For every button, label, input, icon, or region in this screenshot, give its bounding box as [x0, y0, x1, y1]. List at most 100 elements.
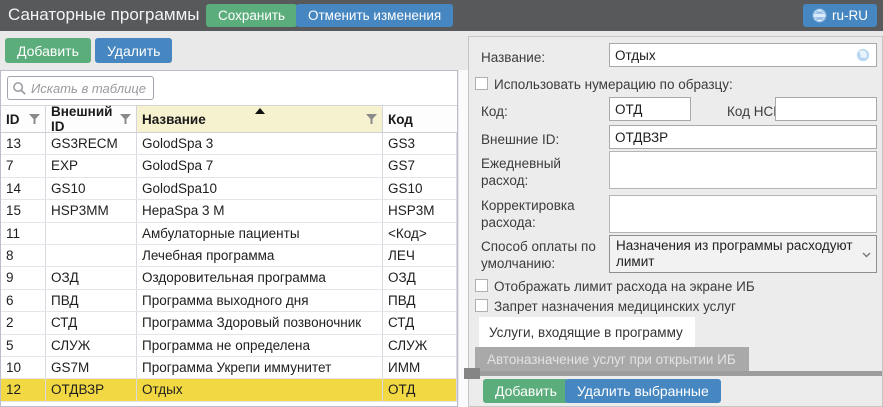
- table-row[interactable]: 10 GS7M Программа Укрепи иммунитет ИММ: [1, 357, 457, 379]
- search-icon: [12, 81, 27, 96]
- table-row[interactable]: 13 GS3RECM GolodSpa 3 GS3: [1, 133, 457, 155]
- cell-id: 10: [1, 357, 46, 378]
- external-ids-input[interactable]: [609, 125, 877, 149]
- cell-id: 15: [1, 200, 46, 221]
- code-label: Код:: [481, 103, 508, 120]
- cell-code: GS7: [383, 155, 457, 176]
- panel-add-button[interactable]: Добавить: [483, 379, 569, 403]
- table-row[interactable]: 11 Амбулаторные пациенты <Код>: [1, 223, 457, 245]
- table-row[interactable]: 12 ОТДВЗР Отдых ОТД: [1, 379, 457, 401]
- table-row[interactable]: 2 СТД Программа Здоровый позвоночник СТД: [1, 312, 457, 334]
- show-limit-label: Отображать лимит расхода на экране ИБ: [494, 278, 755, 295]
- cell-code: HSP3M: [383, 200, 457, 221]
- search-input[interactable]: [31, 81, 149, 96]
- table-row[interactable]: 7 EXP GolodSpa 7 GS7: [1, 155, 457, 177]
- cell-code: GS3: [383, 133, 457, 154]
- use-numbering-checkbox[interactable]: [475, 77, 488, 90]
- cell-id: 12: [1, 379, 46, 400]
- cell-external-id: ОЗД: [46, 267, 137, 288]
- cell-id: 14: [1, 178, 46, 199]
- cell-code: СТД: [383, 312, 457, 333]
- table-row[interactable]: 14 GS10 GolodSpa10 GS10: [1, 178, 457, 200]
- column-label: Код: [388, 112, 452, 127]
- cell-code: ОТД: [383, 379, 457, 400]
- globe-icon: [812, 8, 827, 23]
- splitter-grip-icon[interactable]: [464, 368, 480, 379]
- table-body: 13 GS3RECM GolodSpa 3 GS3 7 EXP GolodSpa…: [1, 133, 457, 402]
- panel-splitter[interactable]: [469, 371, 882, 376]
- services-in-program-button[interactable]: Услуги, входящие в программу: [479, 317, 695, 347]
- panel-delete-selected-button[interactable]: Удалить выбранные: [565, 379, 721, 403]
- column-header-name[interactable]: Название: [137, 106, 383, 132]
- cell-code: ОЗД: [383, 267, 457, 288]
- app-header: Санаторные программы Сохранить Отменить …: [0, 0, 883, 31]
- payment-method-label: Способ оплаты по умолчанию:: [481, 238, 606, 272]
- cell-id: 8: [1, 245, 46, 266]
- cell-name: GolodSpa10: [137, 178, 383, 199]
- cell-name: Оздоровительная программа: [137, 267, 383, 288]
- column-header-code[interactable]: Код: [383, 106, 457, 132]
- cell-external-id: GS10: [46, 178, 137, 199]
- forbid-services-checkbox[interactable]: [475, 299, 488, 312]
- column-label: ID: [6, 112, 29, 127]
- cell-id: 5: [1, 335, 46, 356]
- table-row[interactable]: 6 ПВД Программа выходного дня ПВД: [1, 290, 457, 312]
- column-header-external-id[interactable]: Внешний ID: [46, 106, 137, 132]
- delete-row-button[interactable]: Удалить: [95, 38, 172, 63]
- name-label: Название:: [481, 49, 545, 66]
- daily-expense-input[interactable]: [609, 151, 877, 189]
- cell-name: Программа Здоровый позвоночник: [137, 312, 383, 333]
- cell-external-id: EXP: [46, 155, 137, 176]
- cell-code: ПВД: [383, 290, 457, 311]
- filter-icon[interactable]: [120, 114, 131, 124]
- cell-external-id: ПВД: [46, 290, 137, 311]
- save-button[interactable]: Сохранить: [206, 4, 297, 27]
- locale-button[interactable]: ru-RU: [803, 4, 877, 27]
- cell-name: Лечебная программа: [137, 245, 383, 266]
- cell-external-id: [46, 245, 137, 266]
- filter-icon[interactable]: [29, 114, 40, 124]
- translate-globe-icon[interactable]: [856, 48, 870, 62]
- cell-external-id: GS7M: [46, 357, 137, 378]
- cell-id: 2: [1, 312, 46, 333]
- payment-method-value: Назначения из программы расходуют лимит: [616, 238, 858, 270]
- page-title: Санаторные программы: [8, 5, 200, 25]
- cell-id: 7: [1, 155, 46, 176]
- code-input[interactable]: [609, 97, 691, 121]
- nsi-code-input[interactable]: [775, 97, 877, 121]
- cell-external-id: HSP3MM: [46, 200, 137, 221]
- table-search[interactable]: [7, 76, 154, 100]
- show-limit-checkbox[interactable]: [475, 279, 488, 292]
- cancel-changes-button[interactable]: Отменить изменения: [296, 4, 453, 27]
- cell-code: СЛУЖ: [383, 335, 457, 356]
- table-scrollbar[interactable]: [459, 70, 468, 407]
- cell-name: GolodSpa 3: [137, 133, 383, 154]
- autoassign-services-button[interactable]: Автоназначение услуг при открытии ИБ: [475, 347, 749, 371]
- details-panel: Название: Использовать нумерацию по обра…: [468, 36, 883, 407]
- table-row[interactable]: 5 СЛУЖ Программа не определена СЛУЖ: [1, 335, 457, 357]
- cell-code: <Код>: [383, 223, 457, 244]
- add-row-button[interactable]: Добавить: [5, 38, 91, 63]
- filter-icon[interactable]: [366, 114, 377, 124]
- cell-external-id: GS3RECM: [46, 133, 137, 154]
- cell-name: GolodSpa 7: [137, 155, 383, 176]
- forbid-services-label: Запрет назначения медицинских услуг: [494, 298, 736, 315]
- column-header-id[interactable]: ID: [1, 106, 46, 132]
- chevron-down-icon: [862, 252, 871, 258]
- table-row[interactable]: 9 ОЗД Оздоровительная программа ОЗД: [1, 267, 457, 289]
- table-row[interactable]: 8 Лечебная программа ЛЕЧ: [1, 245, 457, 267]
- cell-id: 9: [1, 267, 46, 288]
- name-input[interactable]: [609, 43, 877, 67]
- cell-id: 11: [1, 223, 46, 244]
- sort-ascending-icon: [255, 108, 265, 114]
- table-row[interactable]: 15 HSP3MM HepaSpa 3 M HSP3M: [1, 200, 457, 222]
- programs-table-panel: ID Внешний ID Название Код 13 GS3RECM Go…: [0, 70, 458, 407]
- payment-method-select[interactable]: Назначения из программы расходуют лимит: [609, 235, 877, 273]
- cell-code: GS10: [383, 178, 457, 199]
- cell-id: 13: [1, 133, 46, 154]
- use-numbering-label: Использовать нумерацию по образцу:: [494, 76, 733, 93]
- cell-name: Отдых: [137, 379, 383, 400]
- app-window: Санаторные программы Сохранить Отменить …: [0, 0, 883, 407]
- column-label: Внешний ID: [51, 104, 120, 134]
- expense-correction-input[interactable]: [609, 195, 877, 233]
